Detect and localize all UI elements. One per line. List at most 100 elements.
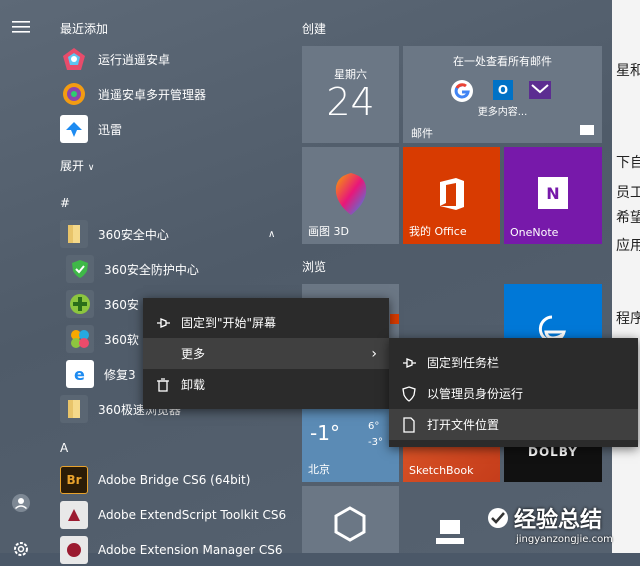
app-360-software[interactable]: 360软 xyxy=(66,323,139,355)
submenu-more: 固定到任务栏 以管理员身份运行 打开文件位置 xyxy=(389,338,638,447)
expand-button[interactable]: 展开 ∨ xyxy=(60,157,94,174)
chevron-right-icon: › xyxy=(371,345,377,362)
menu-item-label: 以管理员身份运行 xyxy=(427,387,524,401)
adobe-bridge-icon: Br xyxy=(60,466,88,494)
outlook-icon: O xyxy=(493,80,513,100)
envelope-icon xyxy=(580,125,594,135)
app-xunlei[interactable]: 迅雷 xyxy=(60,113,122,145)
app-adobe-bridge[interactable]: Br Adobe Bridge CS6 (64bit) xyxy=(60,464,250,496)
mail-wide-tile[interactable]: 在一处查看所有邮件 O 更多内容... 邮件 xyxy=(403,46,602,143)
app-360-safe[interactable]: 360安 xyxy=(66,288,139,320)
tile-label: 画图 3D xyxy=(308,225,349,238)
app-xiaoyao-multi-manager[interactable]: 逍遥安卓多开管理器 xyxy=(60,78,206,110)
calendar-day: 24 xyxy=(326,80,375,124)
store-bag-icon xyxy=(390,314,399,324)
extension-manager-icon xyxy=(60,536,88,564)
tile-label: OneNote xyxy=(510,226,559,239)
onenote-logo-icon: N xyxy=(538,177,568,209)
app-adobe-extension-manager[interactable]: Adobe Extension Manager CS6 xyxy=(60,534,283,566)
folder-label: 360安全中心 xyxy=(98,227,169,242)
app-label: 运行逍遥安卓 xyxy=(98,52,171,67)
trash-icon xyxy=(155,377,171,393)
app-360-protection-center[interactable]: 360安全防护中心 xyxy=(66,253,199,285)
ie-repair-icon: e xyxy=(66,360,94,388)
group-a-header: A xyxy=(60,441,69,455)
menu-item-label: 固定到"开始"屏幕 xyxy=(181,316,277,330)
xiaoyao-pentagon-icon xyxy=(60,45,88,73)
mail-more-text: 更多内容... xyxy=(477,107,528,118)
doc-text: 应用 xyxy=(616,238,640,254)
pin-icon xyxy=(401,355,417,371)
weather-high-temp: 6° xyxy=(368,421,380,432)
watermark-title: 经验总结 xyxy=(514,508,603,533)
tile-label: SketchBook xyxy=(409,464,474,477)
doc-text: 下自 xyxy=(616,155,640,171)
svg-text:e: e xyxy=(74,365,85,384)
360-plus-icon xyxy=(66,290,94,318)
menu-item-open-file-location[interactable]: 打开文件位置 xyxy=(389,409,638,440)
360-shield-icon xyxy=(66,255,94,283)
tile-label: 我的 Office xyxy=(409,225,467,238)
app-label: Adobe Bridge CS6 (64bit) xyxy=(98,473,251,487)
weather-current-temp: -1° xyxy=(310,421,340,445)
app-label: 360安 xyxy=(104,297,139,312)
yahoo-mail-icon xyxy=(529,81,551,99)
app-adobe-extendscript[interactable]: Adobe ExtendScript Toolkit CS6 xyxy=(60,499,286,531)
office-logo-icon xyxy=(440,178,464,210)
onenote-tile[interactable]: N OneNote xyxy=(504,147,602,244)
menu-item-more[interactable]: 更多 › xyxy=(143,338,389,369)
app-run-xiaoyao[interactable]: 运行逍遥安卓 xyxy=(60,43,170,75)
hexagon-app-tile[interactable] xyxy=(302,486,399,553)
app-label: 360安全防护中心 xyxy=(104,262,199,277)
weather-low-temp: -3° xyxy=(368,437,383,448)
settings-gear-icon[interactable] xyxy=(10,538,32,560)
menu-item-pin-to-taskbar[interactable]: 固定到任务栏 xyxy=(389,347,638,378)
app-label: 逍遥安卓多开管理器 xyxy=(98,87,207,102)
browse-group-header: 浏览 xyxy=(302,260,327,274)
app-label: 360软 xyxy=(104,332,139,347)
xiaoyao-multi-icon xyxy=(60,80,88,108)
app-label: Adobe ExtendScript Toolkit CS6 xyxy=(98,508,287,522)
app-repair[interactable]: e 修复3 xyxy=(66,358,136,390)
paint3d-icon xyxy=(335,173,367,215)
app-label: 迅雷 xyxy=(98,122,123,137)
pin-icon xyxy=(155,315,171,331)
paint3d-tile[interactable]: 画图 3D xyxy=(302,147,399,244)
doc-text: 希望 xyxy=(616,210,640,226)
folder-360-security[interactable]: 360安全中心 ∧ xyxy=(60,218,275,250)
extendscript-icon xyxy=(60,501,88,529)
background-document: 星和 下自 员工 希望 应用 程序 xyxy=(612,0,640,553)
menu-item-pin-to-start[interactable]: 固定到"开始"屏幕 xyxy=(143,307,389,338)
google-icon xyxy=(451,80,473,102)
folder-icon xyxy=(60,220,88,248)
app-label: Adobe Extension Manager CS6 xyxy=(98,543,283,557)
folder-icon xyxy=(60,395,88,423)
hexagon-icon xyxy=(334,506,366,542)
network-icon xyxy=(436,520,464,544)
file-icon xyxy=(401,416,417,433)
create-group-header: 创建 xyxy=(302,22,327,36)
xunlei-bird-icon xyxy=(60,115,88,143)
tile-label: 北京 xyxy=(308,463,330,476)
menu-item-label: 固定到任务栏 xyxy=(427,356,500,370)
doc-text: 员工 xyxy=(616,185,640,201)
hamburger-menu-icon[interactable] xyxy=(10,16,32,38)
menu-item-label: 更多 xyxy=(181,347,206,361)
app-label: 修复3 xyxy=(104,367,136,382)
menu-item-label: 卸载 xyxy=(181,378,206,392)
menu-item-uninstall[interactable]: 卸载 xyxy=(143,369,389,400)
watermark-url: jingyanzongjie.com xyxy=(516,534,613,545)
mail-tile-title: 在一处查看所有邮件 xyxy=(453,55,552,68)
expand-label: 展开 xyxy=(60,159,85,173)
user-avatar-icon[interactable] xyxy=(10,492,32,514)
calendar-tile[interactable]: 星期六 24 xyxy=(302,46,399,143)
doc-text: 程序 xyxy=(616,311,640,327)
mail-tile-label: 邮件 xyxy=(411,127,433,140)
group-hash-header: # xyxy=(60,196,71,210)
menu-item-run-as-admin[interactable]: 以管理员身份运行 xyxy=(389,378,638,409)
network-app-tile[interactable] xyxy=(430,510,470,553)
watermark: 经验总结 jingyanzongjie.com xyxy=(486,500,640,553)
watermark-check-icon xyxy=(488,508,508,528)
office-tile[interactable]: 我的 Office xyxy=(403,147,500,244)
dolby-logo-text: DOLBY xyxy=(528,445,578,459)
